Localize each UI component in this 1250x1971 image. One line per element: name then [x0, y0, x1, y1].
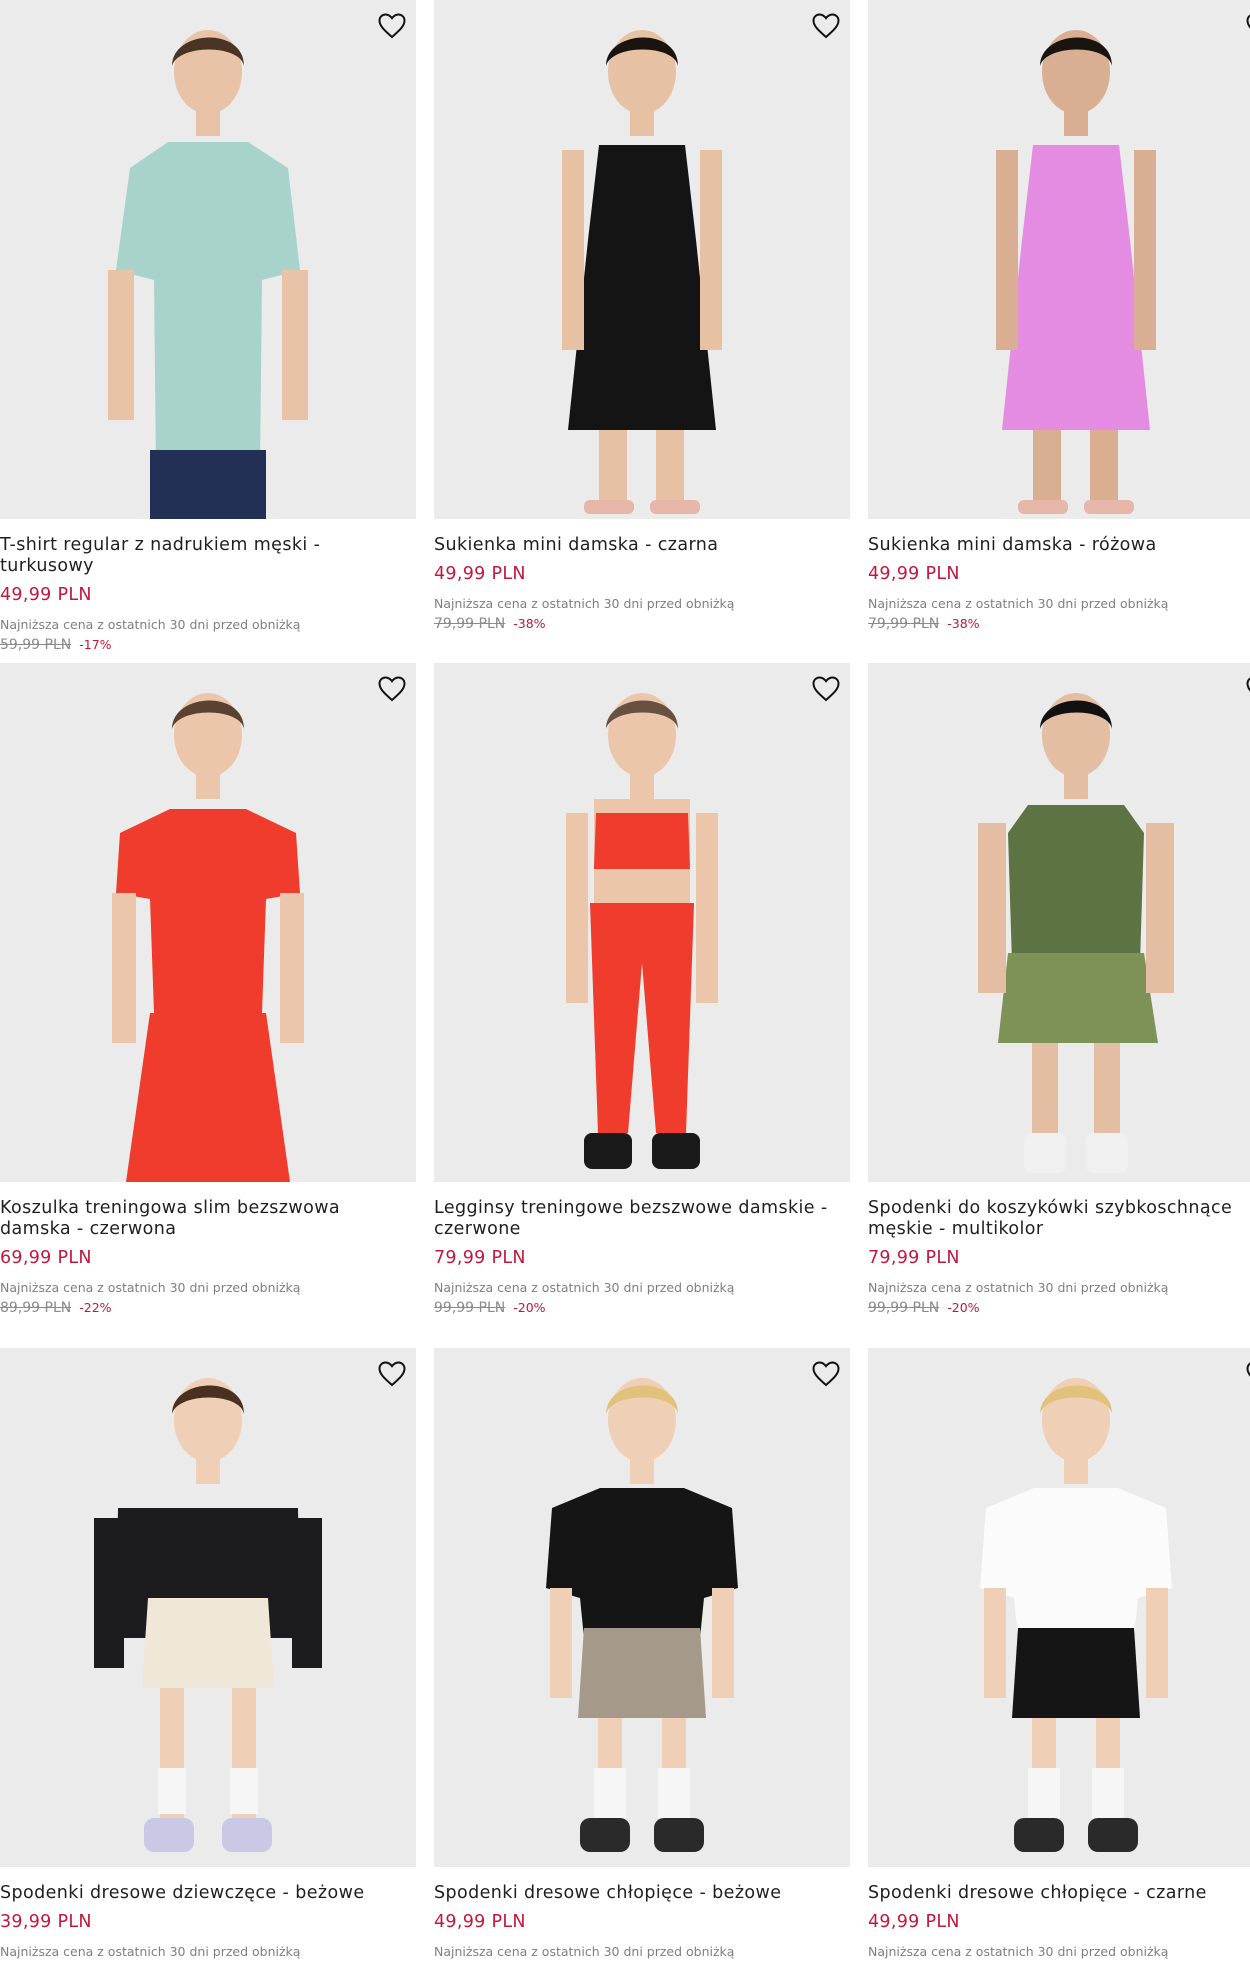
heart-outline-icon[interactable]	[376, 10, 408, 42]
lowest-price-note: Najniższa cena z ostatnich 30 dni przed …	[434, 1280, 735, 1295]
product-photo	[434, 0, 850, 519]
lowest-price-note: Najniższa cena z ostatnich 30 dni przed …	[868, 596, 1169, 611]
old-price: 79,99 PLN	[434, 616, 506, 632]
product-image[interactable]	[434, 0, 850, 519]
product-title[interactable]: Legginsy treningowe bezszwowe damskie - …	[434, 1198, 850, 1240]
heart-outline-icon[interactable]	[1244, 10, 1250, 42]
product-image[interactable]	[0, 1348, 416, 1867]
old-price-line: 79,99 PLN -38%	[868, 616, 1250, 632]
product-price: 49,99 PLN	[434, 564, 526, 584]
product-price: 49,99 PLN	[0, 585, 92, 605]
product-photo	[868, 1348, 1250, 1867]
product-title[interactable]: Sukienka mini damska - czarna	[434, 535, 850, 556]
product-image[interactable]	[0, 663, 416, 1182]
product-title[interactable]: Spodenki do koszykówki szybkoschnące męs…	[868, 1198, 1250, 1240]
discount-badge: -22%	[79, 1300, 112, 1315]
lowest-price-note: Najniższa cena z ostatnich 30 dni przed …	[434, 596, 735, 611]
product-title[interactable]: Sukienka mini damska - różowa	[868, 535, 1250, 556]
product-image[interactable]	[434, 1348, 850, 1867]
old-price: 99,99 PLN	[868, 1300, 940, 1316]
product-price: 79,99 PLN	[868, 1248, 960, 1268]
product-title[interactable]: Spodenki dresowe dziewczęce - beżowe	[0, 1883, 416, 1904]
heart-outline-icon[interactable]	[376, 673, 408, 705]
product-photo	[0, 663, 416, 1182]
discount-badge: -38%	[513, 616, 546, 631]
lowest-price-note: Najniższa cena z ostatnich 30 dni przed …	[0, 1944, 301, 1959]
product-card[interactable]: Legginsy treningowe bezszwowe damskie - …	[434, 663, 850, 1316]
product-card[interactable]: T-shirt regular z nadrukiem męski - turk…	[0, 0, 416, 653]
lowest-price-note: Najniższa cena z ostatnich 30 dni przed …	[0, 617, 301, 632]
product-image[interactable]	[434, 663, 850, 1182]
discount-badge: -20%	[947, 1300, 980, 1315]
product-card[interactable]: Spodenki dresowe chłopięce - beżowe 49,9…	[434, 1348, 850, 1959]
product-title[interactable]: Koszulka treningowa slim bezszwowa damsk…	[0, 1198, 416, 1240]
product-image[interactable]	[868, 1348, 1250, 1867]
old-price-line: 79,99 PLN -38%	[434, 616, 850, 632]
product-card[interactable]: Spodenki dresowe dziewczęce - beżowe 39,…	[0, 1348, 416, 1959]
old-price: 79,99 PLN	[868, 616, 940, 632]
product-card[interactable]: Spodenki do koszykówki szybkoschnące męs…	[868, 663, 1250, 1316]
heart-outline-icon[interactable]	[810, 10, 842, 42]
product-title[interactable]: Spodenki dresowe chłopięce - czarne	[868, 1883, 1250, 1904]
lowest-price-note: Najniższa cena z ostatnich 30 dni przed …	[0, 1280, 301, 1295]
product-price: 49,99 PLN	[868, 564, 960, 584]
product-photo	[0, 1348, 416, 1867]
product-price: 49,99 PLN	[434, 1912, 526, 1932]
lowest-price-note: Najniższa cena z ostatnich 30 dni przed …	[868, 1944, 1169, 1959]
old-price-line: 99,99 PLN -20%	[868, 1300, 1250, 1316]
product-card[interactable]: Spodenki dresowe chłopięce - czarne 49,9…	[868, 1348, 1250, 1959]
product-price: 39,99 PLN	[0, 1912, 92, 1932]
product-photo	[434, 663, 850, 1182]
lowest-price-note: Najniższa cena z ostatnich 30 dni przed …	[434, 1944, 735, 1959]
product-image[interactable]	[868, 663, 1250, 1182]
product-photo	[434, 1348, 850, 1867]
product-card[interactable]: Sukienka mini damska - różowa 49,99 PLN …	[868, 0, 1250, 632]
product-price: 69,99 PLN	[0, 1248, 92, 1268]
product-card[interactable]: Sukienka mini damska - czarna 49,99 PLN …	[434, 0, 850, 632]
old-price-line: 89,99 PLN -22%	[0, 1300, 416, 1316]
discount-badge: -17%	[79, 637, 112, 652]
product-title[interactable]: Spodenki dresowe chłopięce - beżowe	[434, 1883, 850, 1904]
heart-outline-icon[interactable]	[810, 673, 842, 705]
old-price-line: 59,99 PLN -17%	[0, 637, 416, 653]
product-price: 79,99 PLN	[434, 1248, 526, 1268]
old-price: 89,99 PLN	[0, 1300, 72, 1316]
old-price-line: 99,99 PLN -20%	[434, 1300, 850, 1316]
product-photo	[868, 0, 1250, 519]
product-photo	[868, 663, 1250, 1182]
product-image[interactable]	[868, 0, 1250, 519]
lowest-price-note: Najniższa cena z ostatnich 30 dni przed …	[868, 1280, 1169, 1295]
old-price: 59,99 PLN	[0, 637, 72, 653]
product-photo	[0, 0, 416, 519]
discount-badge: -38%	[947, 616, 980, 631]
discount-badge: -20%	[513, 1300, 546, 1315]
heart-outline-icon[interactable]	[810, 1358, 842, 1390]
product-card[interactable]: Koszulka treningowa slim bezszwowa damsk…	[0, 663, 416, 1316]
product-title[interactable]: T-shirt regular z nadrukiem męski - turk…	[0, 535, 416, 577]
old-price: 99,99 PLN	[434, 1300, 506, 1316]
heart-outline-icon[interactable]	[1244, 1358, 1250, 1390]
product-grid: T-shirt regular z nadrukiem męski - turk…	[0, 0, 1250, 1971]
heart-outline-icon[interactable]	[1244, 673, 1250, 705]
product-image[interactable]	[0, 0, 416, 519]
heart-outline-icon[interactable]	[376, 1358, 408, 1390]
product-price: 49,99 PLN	[868, 1912, 960, 1932]
